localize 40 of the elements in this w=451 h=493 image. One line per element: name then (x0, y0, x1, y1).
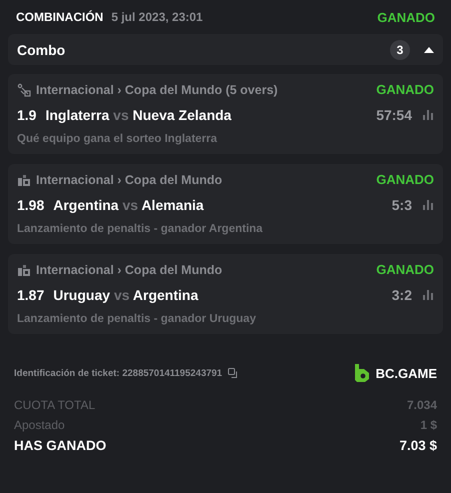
total-value: 7.03 $ (399, 438, 437, 453)
stats-icon[interactable] (423, 200, 434, 210)
selection-status: GANADO (376, 172, 434, 187)
match-score: 5:3 (392, 197, 412, 213)
selection-status: GANADO (376, 82, 434, 97)
combo-label: Combo (17, 42, 66, 58)
league-path: Internacional › Copa del Mundo (5 overs) (36, 82, 279, 96)
copy-icon[interactable] (228, 368, 240, 378)
market-text: Lanzamiento de penaltis - ganador Uruguay (17, 313, 257, 325)
match-title: Inglaterra vs Nueva Zelanda (45, 107, 232, 123)
odds: 1.87 (17, 287, 44, 303)
game-logo-icon (17, 172, 31, 186)
total-label: Apostado (14, 418, 65, 432)
combo-toggle[interactable]: Combo 3 (8, 34, 443, 65)
stats-icon[interactable] (423, 290, 434, 300)
stats-icon[interactable] (423, 110, 434, 120)
total-label: CUOTA TOTAL (14, 398, 96, 412)
match-title: Argentina vs Alemania (53, 197, 205, 213)
bet-date: 5 jul 2023, 23:01 (111, 10, 204, 24)
ticket-id: Identificación de ticket: 2288570141195243791 (14, 368, 222, 378)
bet-status: GANADO (377, 10, 435, 24)
brand-logo-icon (354, 364, 370, 382)
game-logo-icon (17, 262, 31, 276)
league-path: Internacional › Copa del Mundo (36, 262, 224, 276)
selection-count: 3 (390, 40, 410, 60)
total-value: 7.034 (406, 398, 437, 412)
selection-status: GANADO (376, 262, 434, 277)
bet-type: COMBINACIÓN (16, 10, 104, 24)
odds: 1.9 (17, 107, 36, 123)
market-text: Qué equipo gana el sorteo Inglaterra (17, 133, 218, 145)
match-title: Uruguay vs Argentina (53, 287, 200, 303)
market-text: Lanzamiento de penaltis - ganador Argentina (17, 223, 264, 235)
odds: 1.98 (17, 197, 44, 213)
match-score: 57:54 (376, 107, 412, 123)
match-score: 3:2 (392, 287, 412, 303)
brand-name: BC.GAME (376, 366, 437, 380)
total-value: 1 $ (420, 418, 437, 432)
total-label: HAS GANADO (14, 438, 106, 453)
league-path: Internacional › Copa del Mundo (36, 172, 224, 186)
cricket-icon (17, 82, 31, 96)
